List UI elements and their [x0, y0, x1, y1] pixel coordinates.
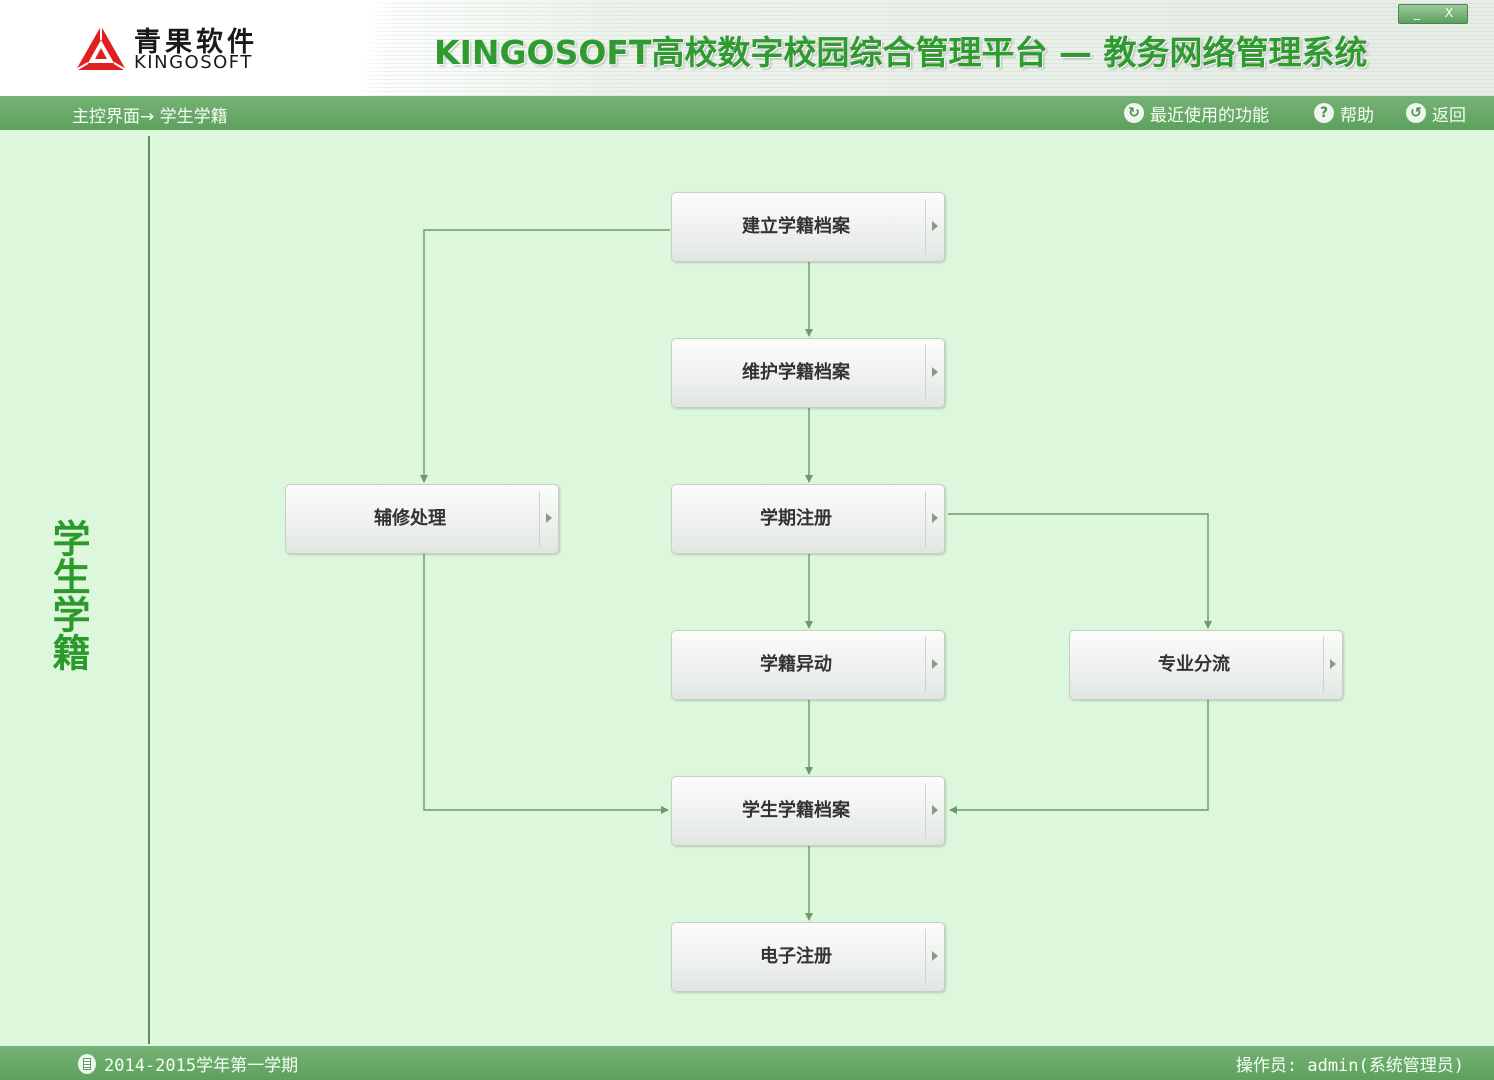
nav-bar: 主控界面→ 学生学籍 ↻ 最近使用的功能 ? 帮助 ↺ 返回 [0, 96, 1494, 130]
caret-right-icon [932, 659, 938, 669]
node-separator [925, 929, 926, 985]
flow-canvas [150, 130, 1494, 1046]
status-term: 2014-2015学年第一学期 [78, 1051, 298, 1076]
node-separator [925, 783, 926, 839]
close-button[interactable]: X [1433, 5, 1465, 23]
node-separator [925, 345, 926, 401]
term-label: 2014-2015学年第一学期 [104, 1056, 299, 1076]
recent-functions-label: 最近使用的功能 [1150, 105, 1269, 126]
caret-right-icon [932, 513, 938, 523]
back-icon: ↺ [1406, 103, 1426, 123]
node-separator [925, 637, 926, 693]
module-title: 学生学籍 [46, 519, 90, 671]
caret-right-icon [546, 513, 552, 523]
document-icon [78, 1053, 96, 1074]
node-student-archive[interactable]: 学生学籍档案 [671, 776, 945, 846]
window-controls: _ X [1398, 4, 1468, 24]
logo-english-text: KINGOSOFT [134, 52, 253, 73]
node-term-registration[interactable]: 学期注册 [671, 484, 945, 554]
status-bar: 2014-2015学年第一学期 操作员: admin(系统管理员) [0, 1046, 1494, 1080]
node-separator [925, 199, 926, 255]
node-major-split-label: 专业分流 [1158, 654, 1230, 675]
node-electronic-registration[interactable]: 电子注册 [671, 922, 945, 992]
minimize-button[interactable]: _ [1401, 5, 1433, 23]
node-create-record[interactable]: 建立学籍档案 [671, 192, 945, 262]
caret-right-icon [932, 367, 938, 377]
help-label: 帮助 [1340, 105, 1374, 126]
caret-right-icon [1330, 659, 1336, 669]
node-status-change[interactable]: 学籍异动 [671, 630, 945, 700]
node-minor-processing-label: 辅修处理 [374, 508, 446, 529]
back-label: 返回 [1432, 105, 1466, 126]
recent-functions-link[interactable]: ↻ 最近使用的功能 [1124, 101, 1269, 126]
caret-right-icon [932, 951, 938, 961]
node-create-record-label: 建立学籍档案 [742, 216, 850, 237]
app-header: 青果软件 KINGOSOFT KINGOSOFT高校数字校园综合管理平台 — 教… [0, 0, 1494, 96]
history-icon: ↻ [1124, 103, 1144, 123]
node-status-change-label: 学籍异动 [760, 654, 832, 675]
node-student-archive-label: 学生学籍档案 [742, 800, 850, 821]
header-decoration [330, 0, 410, 96]
back-link[interactable]: ↺ 返回 [1406, 101, 1466, 126]
node-major-split[interactable]: 专业分流 [1069, 630, 1343, 700]
node-minor-processing[interactable]: 辅修处理 [285, 484, 559, 554]
node-maintain-record[interactable]: 维护学籍档案 [671, 338, 945, 408]
app-title: KINGOSOFT高校数字校园综合管理平台 — 教务网络管理系统 [434, 33, 1368, 72]
help-link[interactable]: ? 帮助 [1314, 101, 1374, 126]
node-separator [925, 491, 926, 547]
node-separator [539, 491, 540, 547]
node-term-registration-label: 学期注册 [760, 508, 832, 529]
node-separator [1323, 637, 1324, 693]
kingosoft-logo: 青果软件 KINGOSOFT [74, 22, 264, 74]
operator-label: 操作员: admin(系统管理员) [1235, 1056, 1464, 1076]
caret-right-icon [932, 805, 938, 815]
logo-triangle-icon [75, 26, 127, 71]
breadcrumb[interactable]: 主控界面→ 学生学籍 [72, 102, 228, 127]
caret-right-icon [932, 221, 938, 231]
node-electronic-registration-label: 电子注册 [760, 946, 832, 967]
help-icon: ? [1314, 103, 1334, 123]
node-maintain-record-label: 维护学籍档案 [742, 362, 850, 383]
